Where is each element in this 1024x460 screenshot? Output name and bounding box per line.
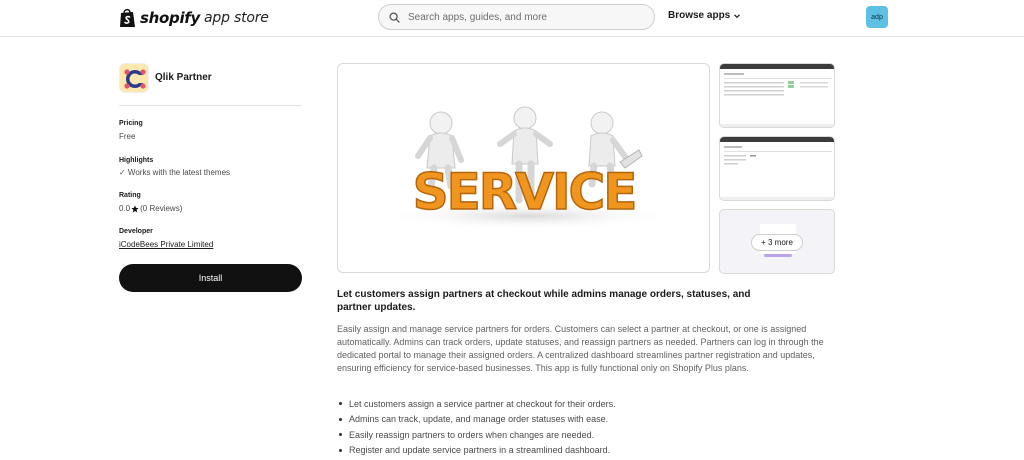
hero-word: SERVICE <box>413 163 636 221</box>
feature-item: Easily reassign partners to orders when … <box>337 427 616 443</box>
feature-text: Register and update service partners in … <box>349 445 611 456</box>
developer-label: Developer <box>119 228 153 235</box>
browse-apps-label: Browse apps <box>668 10 731 21</box>
top-header: shopify app store Browse apps adp <box>0 0 1024 37</box>
developer-value: iCodeBees Private Limited <box>119 240 213 249</box>
feature-text: Admins can track, update, and manage ord… <box>349 414 609 425</box>
feature-list: Let customers assign a service partner a… <box>337 396 616 458</box>
shopify-logo[interactable]: shopify app store <box>119 6 269 30</box>
highlights-value: ✓ Works with the latest themes <box>119 168 231 177</box>
star-icon <box>131 204 139 212</box>
rating-value: 0.0 (0 Reviews) <box>119 204 182 213</box>
thumbnail-2[interactable] <box>719 136 835 201</box>
logo-subtitle: app store <box>204 10 269 26</box>
feature-text: Easily reassign partners to orders when … <box>349 429 595 440</box>
browse-apps-menu[interactable]: Browse apps <box>668 10 741 21</box>
pricing-value: Free <box>119 132 136 141</box>
bullet-icon <box>339 433 342 437</box>
main-media-image[interactable]: SERVICE <box>337 63 710 273</box>
highlights-label: Highlights <box>119 157 154 164</box>
screenshot-preview-2 <box>720 137 834 200</box>
sidebar-divider <box>119 105 302 106</box>
bullet-icon <box>339 417 342 421</box>
shopping-bag-icon <box>120 8 135 27</box>
thumbnail-3[interactable]: + 3 more <box>719 209 835 274</box>
feature-item: Let customers assign a service partner a… <box>337 396 616 412</box>
service-illustration: SERVICE <box>378 106 678 230</box>
more-media-button[interactable]: + 3 more <box>751 234 803 251</box>
search-input[interactable] <box>408 11 638 23</box>
search-bar[interactable] <box>378 4 655 30</box>
description-body: Easily assign and manage service partner… <box>337 324 824 373</box>
rating-label: Rating <box>119 192 141 199</box>
thumbnail-1[interactable] <box>719 63 835 128</box>
chevron-down-icon <box>734 13 741 18</box>
logo-wordmark: shopify <box>140 9 200 27</box>
bullet-icon <box>339 402 342 406</box>
app-icon <box>119 63 149 93</box>
feature-item: Register and update service partners in … <box>337 443 616 459</box>
install-button[interactable]: Install <box>119 264 302 292</box>
developer-link[interactable]: iCodeBees Private Limited <box>119 240 213 249</box>
rating-reviews[interactable]: (0 Reviews) <box>140 204 182 213</box>
app-logo-icon <box>120 64 148 92</box>
account-avatar[interactable]: adp <box>866 6 888 28</box>
screenshot-preview-1 <box>720 64 834 127</box>
app-name: Qlik Partner <box>155 72 212 83</box>
pricing-label: Pricing <box>119 120 143 127</box>
description-heading: Let customers assign partners at checkou… <box>337 289 751 313</box>
feature-text: Let customers assign a service partner a… <box>349 398 616 409</box>
feature-item: Admins can track, update, and manage ord… <box>337 412 616 428</box>
rating-score: 0.0 <box>119 204 131 213</box>
search-icon <box>389 11 400 23</box>
bullet-icon <box>339 448 342 452</box>
